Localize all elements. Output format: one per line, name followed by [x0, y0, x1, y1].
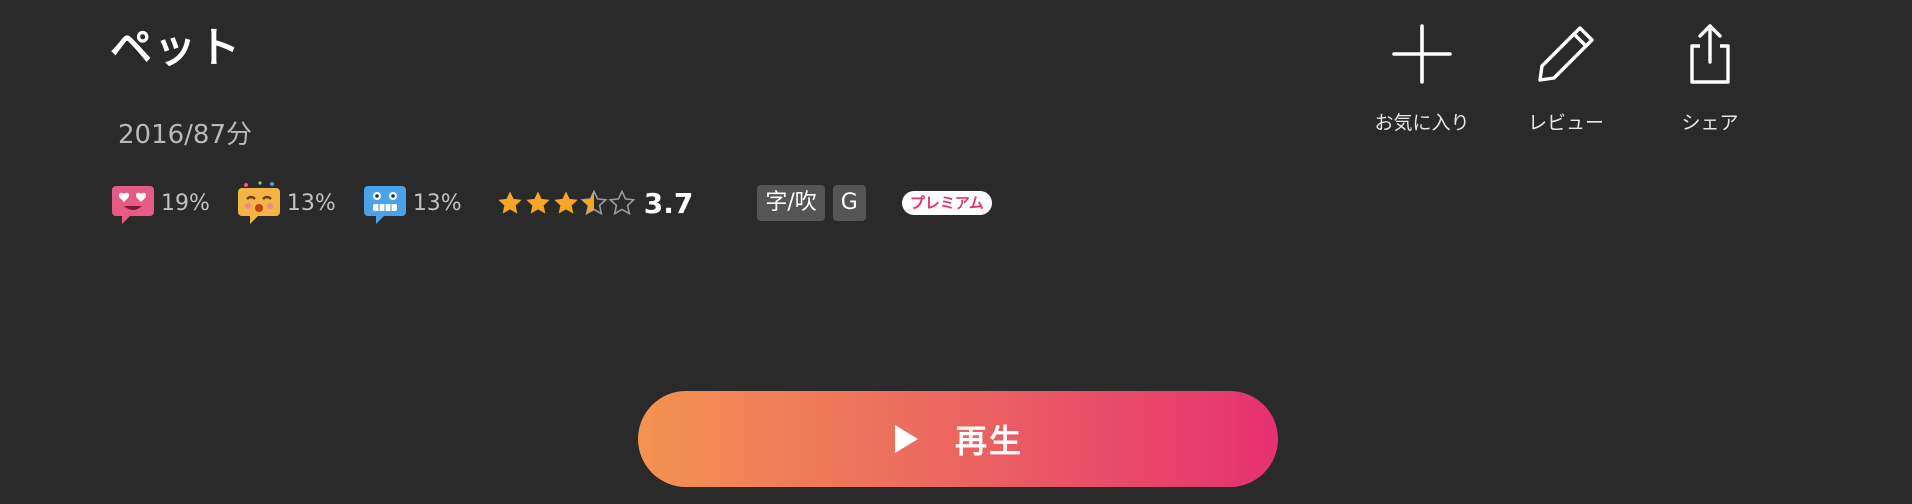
premium-badge: プレミアム [901, 191, 992, 215]
emotion-stat-party: 13% [236, 180, 336, 226]
star-full-icon [498, 191, 522, 214]
party-emoji-icon [237, 181, 280, 224]
play-icon [894, 425, 918, 453]
age-rating-badge: G [832, 185, 866, 221]
grimace-emoji-icon [363, 186, 406, 224]
emotion-percent: 13% [412, 190, 462, 216]
rating-value: 3.7 [643, 186, 694, 220]
plus-icon [1392, 24, 1452, 84]
emotion-percent: 19% [161, 190, 210, 216]
play-label: 再生 [954, 422, 1023, 460]
badges: 字/吹 G [757, 185, 873, 221]
star-empty-icon [608, 189, 636, 216]
heart-eyes-emoji-icon [112, 186, 154, 224]
review-button[interactable]: レビュー [1494, 22, 1638, 135]
favorite-label: お気に入り [1374, 112, 1470, 134]
emotion-stat-grimace: 13% [362, 180, 462, 226]
share-button[interactable]: シェア [1638, 22, 1782, 135]
star-half-icon [580, 189, 608, 216]
movie-title: ペット [110, 23, 243, 72]
favorite-button[interactable]: お気に入り [1350, 22, 1494, 135]
star-full-icon [526, 191, 550, 214]
pencil-icon [1538, 26, 1594, 82]
share-icon [1690, 24, 1730, 84]
review-label: レビュー [1527, 112, 1604, 134]
share-label: シェア [1681, 112, 1739, 134]
emotion-percent: 13% [286, 190, 336, 216]
movie-year-duration: 2016/87分 [118, 120, 253, 150]
action-bar: お気に入り レビュー シェア [1350, 22, 1782, 135]
star-full-icon [554, 191, 578, 214]
play-button[interactable]: 再生 [638, 391, 1278, 487]
subtitle-dub-badge: 字/吹 [757, 185, 825, 221]
emotion-stat-heart-eyes: 19% [110, 180, 210, 226]
rating: 3.7 [496, 186, 694, 220]
stats-row: 19% 13% 13% 3.7 字/吹 G プレミアム [110, 180, 992, 226]
